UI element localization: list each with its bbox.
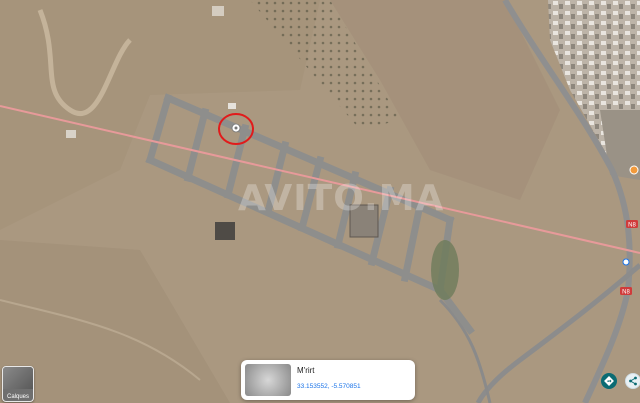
building [212,6,224,16]
poi-pin-icon[interactable] [629,165,639,175]
location-pin-icon[interactable] [231,123,241,133]
building [66,130,76,138]
road-shield-icon: N8 [626,220,638,229]
watermark: AVITO.MA [238,178,445,219]
directions-icon [604,376,614,386]
layers-button[interactable]: Calques [2,366,34,402]
share-button[interactable] [625,373,640,389]
directions-button[interactable] [601,373,617,389]
building [215,222,235,240]
place-card[interactable]: M'rirt 33.153552, -5.570851 [241,360,640,400]
place-name: M'rirt [297,366,315,375]
road-shield-icon: N8 [620,287,632,296]
layers-icon [3,367,33,389]
road-shield-label: N8 [622,290,630,296]
vegetation [431,240,459,300]
place-thumbnail[interactable] [245,364,291,396]
building [228,103,236,109]
poi-dot-icon [622,258,630,266]
road-shield-label: N8 [628,223,636,229]
layers-label: Calques [6,394,29,400]
place-coordinates[interactable]: 33.153552, -5.570851 [297,383,361,390]
share-icon [629,376,637,386]
